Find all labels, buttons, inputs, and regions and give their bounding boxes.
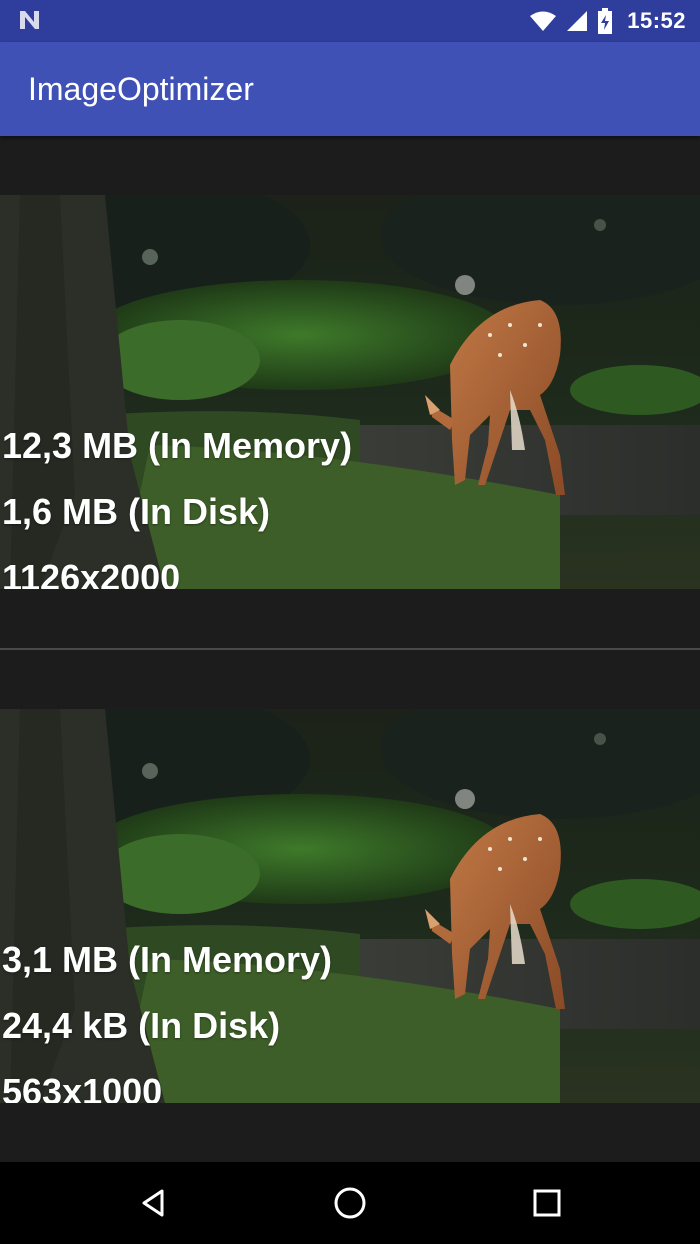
disk-size-label: 24,4 kB (In Disk): [2, 1005, 281, 1046]
wifi-icon: [530, 11, 557, 31]
divider: [0, 648, 700, 650]
memory-size-label: 3,1 MB (In Memory): [2, 939, 333, 980]
image-info-optimized: 3,1 MB (In Memory) 24,4 kB (In Disk) 563…: [2, 927, 332, 1103]
n-notification-icon: [20, 11, 39, 29]
app-screen: 15:52 ImageOptimizer 12,3 MB (In Memory)…: [0, 0, 700, 1244]
status-indicators: 15:52: [529, 0, 686, 42]
back-icon[interactable]: [134, 1183, 174, 1223]
memory-size-label: 12,3 MB (In Memory): [2, 425, 353, 466]
image-card-original: 12,3 MB (In Memory) 1,6 MB (In Disk) 112…: [0, 195, 700, 589]
app-bar: ImageOptimizer: [0, 42, 700, 136]
signal-icon: [567, 11, 588, 31]
resolution-label: 563x1000: [2, 1071, 163, 1103]
battery-icon: [598, 8, 613, 34]
image-card-optimized: 3,1 MB (In Memory) 24,4 kB (In Disk) 563…: [0, 709, 700, 1103]
app-title: ImageOptimizer: [28, 71, 254, 107]
home-icon[interactable]: [330, 1183, 370, 1223]
status-clock: 15:52: [627, 8, 686, 33]
navigation-bar: [0, 1162, 700, 1244]
status-bar: 15:52: [0, 0, 700, 42]
recents-icon[interactable]: [527, 1183, 567, 1223]
image-info-original: 12,3 MB (In Memory) 1,6 MB (In Disk) 112…: [2, 413, 352, 589]
disk-size-label: 1,6 MB (In Disk): [2, 491, 271, 532]
resolution-label: 1126x2000: [2, 557, 181, 589]
